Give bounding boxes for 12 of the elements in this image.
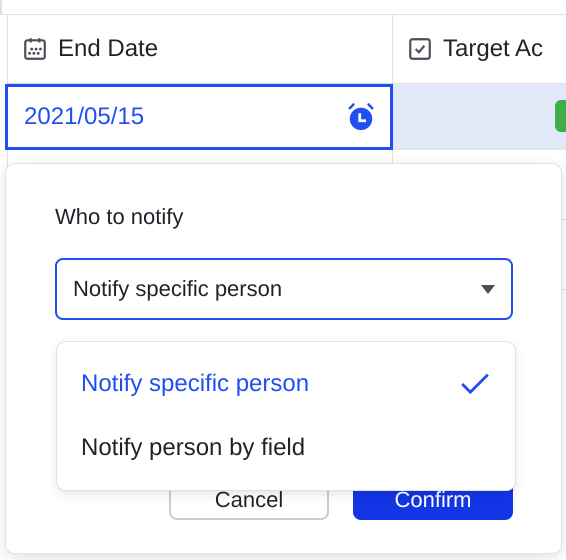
column-header[interactable]: Target Ac bbox=[443, 35, 544, 63]
checkbox-icon bbox=[407, 36, 433, 62]
menu-option[interactable]: Notify specific person bbox=[57, 352, 515, 416]
date-cell[interactable]: 2021/05/15 bbox=[5, 84, 393, 150]
checkmark-icon bbox=[461, 373, 489, 395]
field-label: Who to notify bbox=[55, 204, 184, 230]
alarm-clock-icon[interactable] bbox=[346, 102, 376, 132]
caret-icon bbox=[481, 284, 495, 294]
column-header[interactable]: End Date bbox=[58, 35, 158, 63]
calendar-icon bbox=[22, 36, 48, 62]
menu-option[interactable]: Notify person by field bbox=[57, 416, 515, 480]
notify-dropdown[interactable]: Notify specific person bbox=[55, 258, 513, 320]
